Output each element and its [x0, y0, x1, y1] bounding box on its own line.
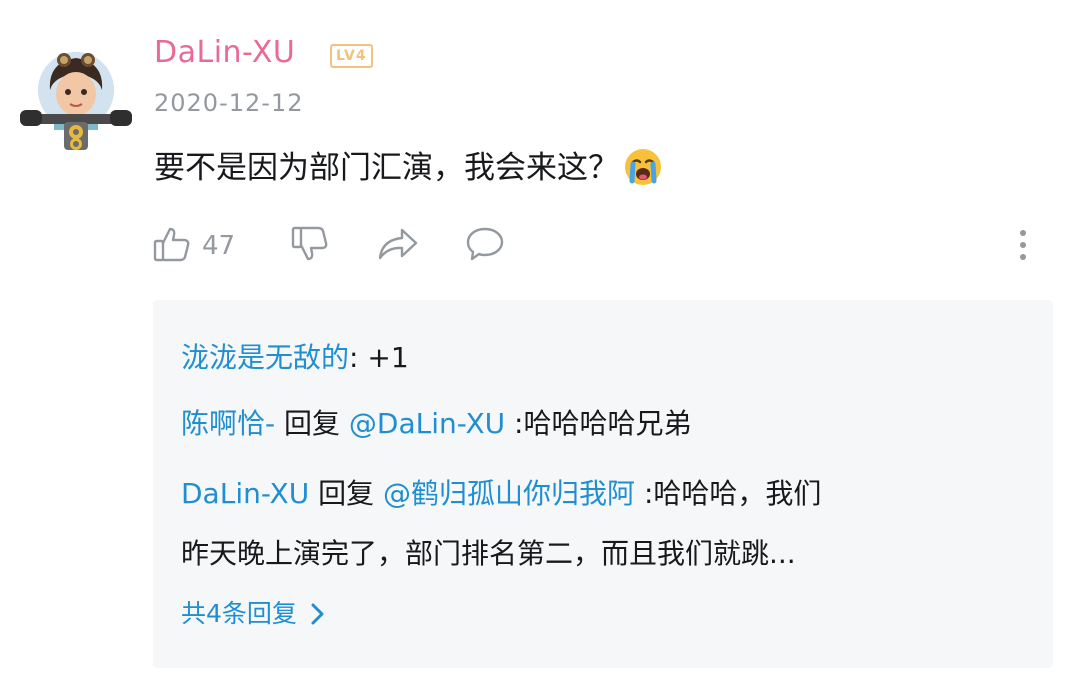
reply-item: DaLin-XU 回复 @鹤归孤山你归我阿 :哈哈哈，我们: [181, 474, 821, 514]
more-icon: [1000, 230, 1046, 270]
comment-text-content: 要不是因为部门汇演，我会来这？: [154, 150, 619, 186]
reply-icon: [464, 224, 506, 268]
reply-word: 回复: [309, 477, 384, 510]
reply-text: +1: [358, 341, 409, 374]
reply-text: :哈哈哈，我们: [635, 477, 822, 510]
comment-text: 要不是因为部门汇演，我会来这？: [154, 146, 663, 199]
reply-word: 回复: [275, 407, 349, 440]
crying-face-emoji-icon: [623, 147, 663, 199]
reply-panel: 泷泷是无敌的: +1 陈啊恰- 回复 @DaLin-XU :哈哈哈哈兄弟 DaL…: [153, 300, 1053, 668]
more-button[interactable]: [1000, 226, 1046, 266]
avatar[interactable]: [20, 40, 132, 152]
reply-item: 陈啊恰- 回复 @DaLin-XU :哈哈哈哈兄弟: [181, 404, 692, 444]
level-badge: LV4: [330, 44, 373, 68]
reply-author[interactable]: 陈啊恰-: [181, 407, 275, 440]
reply-mention[interactable]: @DaLin-XU: [349, 407, 505, 440]
reply-item: 泷泷是无敌的: +1: [181, 338, 409, 378]
reply-text: :哈哈哈哈兄弟: [505, 407, 692, 440]
share-button[interactable]: [376, 220, 420, 272]
more-replies-link[interactable]: 共4条回复: [181, 596, 327, 632]
like-button[interactable]: 47: [152, 220, 235, 272]
comment-username[interactable]: DaLin-XU: [154, 34, 295, 72]
thumbs-down-icon: [290, 224, 330, 268]
dislike-button[interactable]: [290, 220, 330, 272]
reply-button[interactable]: [464, 220, 506, 272]
share-icon: [376, 224, 420, 268]
reply-text-continuation: 昨天晚上演完了，部门排名第二，而且我们就跳...: [181, 537, 796, 570]
thumbs-up-icon: [152, 224, 192, 268]
comment-date: 2020-12-12: [154, 89, 304, 117]
reply-mention[interactable]: @鹤归孤山你归我阿: [383, 477, 635, 510]
reply-author[interactable]: 泷泷是无敌的: [181, 341, 349, 374]
more-replies-label: 共4条回复: [181, 599, 297, 628]
like-count: 47: [202, 231, 236, 261]
reply-author[interactable]: DaLin-XU: [181, 477, 309, 510]
chevron-right-icon: [309, 600, 327, 628]
